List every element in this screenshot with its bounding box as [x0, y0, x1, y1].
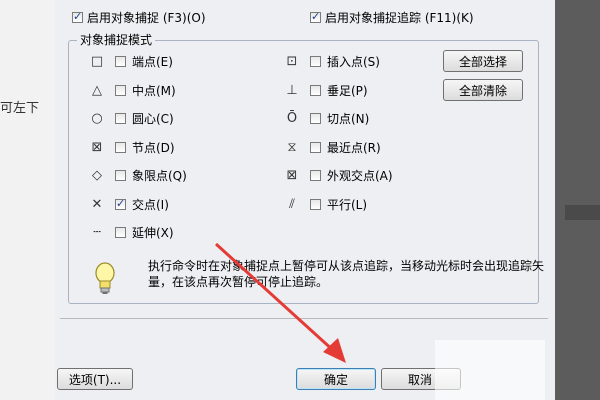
- red-arrow-annotation: [214, 242, 346, 363]
